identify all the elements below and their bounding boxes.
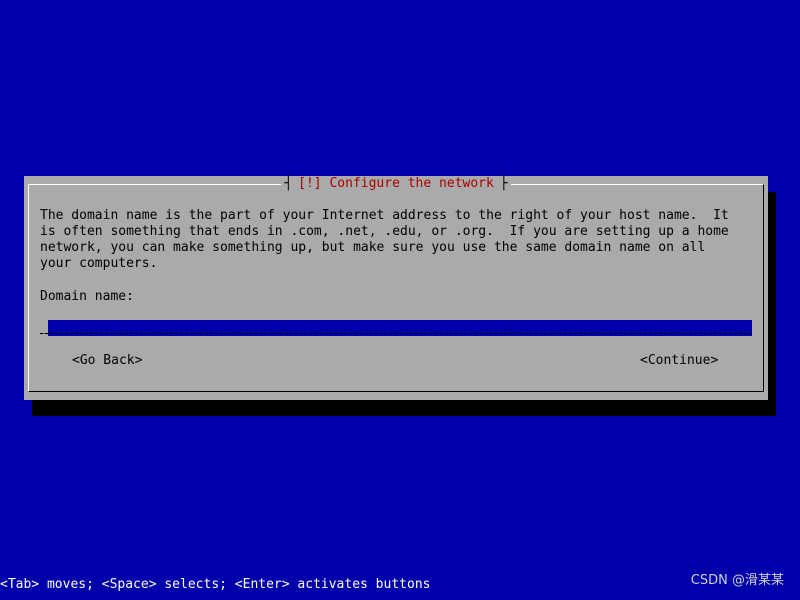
dialog-title-box: ┤ [!] Configure the network ├ xyxy=(281,176,511,192)
dialog-title-text: [!] Configure the network xyxy=(298,176,494,191)
dialog-title: ┤ [!] Configure the network ├ xyxy=(29,176,763,192)
domain-name-label: Domain name: xyxy=(40,289,134,304)
title-right-bracket: ├ xyxy=(499,176,508,191)
help-bar: <Tab> moves; <Space> selects; <Enter> ac… xyxy=(0,577,431,592)
watermark: CSDN @滑某某 xyxy=(690,573,784,588)
dialog-description: The domain name is the part of your Inte… xyxy=(40,208,729,271)
input-underline xyxy=(40,333,752,334)
go-back-button[interactable]: <Go Back> xyxy=(72,353,142,369)
continue-button[interactable]: <Continue> xyxy=(640,353,718,369)
title-left-bracket: ┤ xyxy=(284,176,293,191)
